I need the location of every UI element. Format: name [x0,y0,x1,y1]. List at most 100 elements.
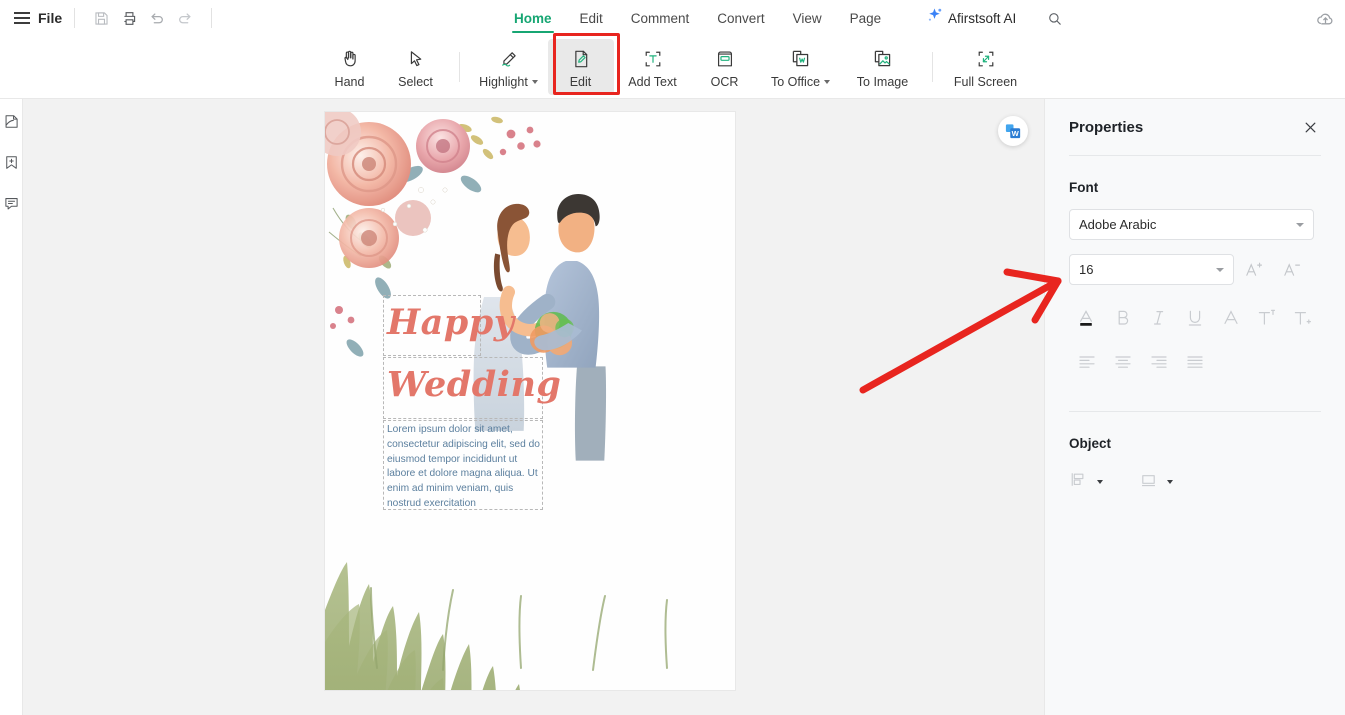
menu-bar: File Home Edit Comment Convert View Page… [0,0,1345,36]
cloud-upload-icon[interactable] [1313,7,1337,31]
chevron-down-icon[interactable] [1167,480,1173,484]
object-fit-icon [1139,470,1158,494]
undo-icon[interactable] [143,4,171,32]
tab-home[interactable]: Home [500,0,566,36]
afirstsoft-ai-button[interactable]: Afirstsoft AI [925,0,1016,36]
tool-to-image[interactable]: To Image [844,39,922,95]
save-icon[interactable] [87,4,115,32]
tab-comment[interactable]: Comment [617,0,704,36]
underline-icon[interactable] [1177,303,1213,333]
search-icon[interactable] [1044,8,1066,30]
tab-edit[interactable]: Edit [566,0,617,36]
align-justify-icon[interactable] [1177,347,1213,377]
heading-wedding[interactable]: Wedding [387,364,561,405]
comment-icon[interactable] [1,193,21,213]
menu-divider-2 [211,8,213,28]
italic-icon[interactable] [1141,303,1177,333]
chevron-down-icon [1296,222,1304,227]
properties-panel: Properties Font Adobe Arabic 16 Object [1044,99,1345,715]
text-format-row [1069,303,1321,333]
chevron-down-icon[interactable] [824,80,831,85]
tool-to-office-label: To Office [770,74,831,89]
tool-to-office[interactable]: To Office [758,39,844,95]
left-sidebar [0,99,23,715]
tool-highlight[interactable]: Highlight [470,39,548,95]
svg-text:W: W [1011,128,1019,137]
properties-title: Properties [1069,118,1144,136]
tool-hand-label: Hand [334,74,365,89]
tool-add-text[interactable]: Add Text [614,39,692,95]
file-menu-button[interactable]: File [38,10,62,26]
sparkle-ai-icon [925,6,944,30]
align-right-icon[interactable] [1141,347,1177,377]
properties-header: Properties [1069,99,1321,155]
tool-full-screen-label: Full Screen [953,74,1018,89]
panel-divider [1069,155,1321,156]
body-paragraph[interactable]: Lorem ipsum dolor sit amet, consectetur … [387,423,543,512]
tool-hand[interactable]: Hand [317,39,383,95]
tool-to-office-text: To Office [770,74,821,89]
page-thumbnails-icon[interactable] [1,111,21,131]
superscript-icon[interactable] [1249,303,1285,333]
text-align-row [1069,347,1321,377]
align-left-icon[interactable] [1069,347,1105,377]
tool-ocr[interactable]: OCR [692,39,758,95]
heading-happy[interactable]: Happy [387,302,515,343]
arrange-object-icon [1069,470,1088,494]
increase-font-size-icon[interactable] [1234,254,1272,285]
tool-edit[interactable]: Edit [547,39,614,95]
object-buttons-row [1069,469,1321,495]
subscript-icon[interactable] [1285,303,1321,333]
font-family-value: Adobe Arabic [1079,217,1157,232]
tool-select[interactable]: Select [383,39,449,95]
to-office-icon [789,46,812,72]
document-page[interactable]: Happy Wedding Lorem ipsum dolor sit amet… [325,112,735,690]
tab-view[interactable]: View [779,0,836,36]
edit-document-icon [570,46,592,72]
tool-highlight-label: Highlight [479,75,538,89]
tab-page[interactable]: Page [836,0,896,36]
panel-divider-2 [1069,411,1321,412]
chevron-down-icon[interactable] [1097,480,1103,484]
cursor-arrow-icon [405,46,427,72]
toolbar-divider-2 [931,52,933,82]
menu-divider-1 [74,8,76,28]
main-toolbar: Hand Select Highlight Edit Add Text OCR … [0,36,1345,99]
arrange-object-button[interactable] [1069,469,1125,495]
redo-icon[interactable] [171,4,199,32]
toolbar-divider-1 [458,52,460,82]
tool-highlight-text: Highlight [479,74,528,89]
hamburger-menu-icon[interactable] [14,12,30,24]
ocr-icon [714,46,736,72]
align-center-icon[interactable] [1105,347,1141,377]
tool-ocr-label: OCR [710,74,739,89]
chevron-down-icon [1216,267,1224,272]
close-icon[interactable] [1299,116,1321,138]
tab-convert[interactable]: Convert [703,0,778,36]
hand-icon [339,46,361,72]
document-canvas[interactable]: Happy Wedding Lorem ipsum dolor sit amet… [23,99,1044,715]
print-icon[interactable] [115,4,143,32]
to-image-icon [871,46,894,72]
tool-edit-label: Edit [569,74,592,89]
convert-to-word-icon[interactable]: W [998,116,1028,146]
ribbon-tabs: Home Edit Comment Convert View Page [500,0,895,36]
bookmark-add-icon[interactable] [1,152,21,172]
object-section-title: Object [1069,436,1112,451]
object-fit-button[interactable] [1139,469,1195,495]
bold-icon[interactable] [1105,303,1141,333]
tool-select-label: Select [398,74,433,89]
tool-add-text-label: Add Text [628,74,677,89]
strikethrough-icon[interactable] [1213,303,1249,333]
font-color-icon[interactable] [1069,303,1105,333]
afirstsoft-ai-label: Afirstsoft AI [948,10,1017,26]
font-size-value: 16 [1079,262,1094,277]
chevron-down-icon[interactable] [531,80,538,85]
font-family-dropdown[interactable]: Adobe Arabic [1069,209,1314,240]
decrease-font-size-icon[interactable] [1272,254,1310,285]
add-text-icon [642,46,664,72]
tool-full-screen[interactable]: Full Screen [943,39,1029,95]
highlight-pen-icon [497,46,521,72]
font-size-dropdown[interactable]: 16 [1069,254,1234,285]
font-size-row: 16 [1069,240,1321,285]
